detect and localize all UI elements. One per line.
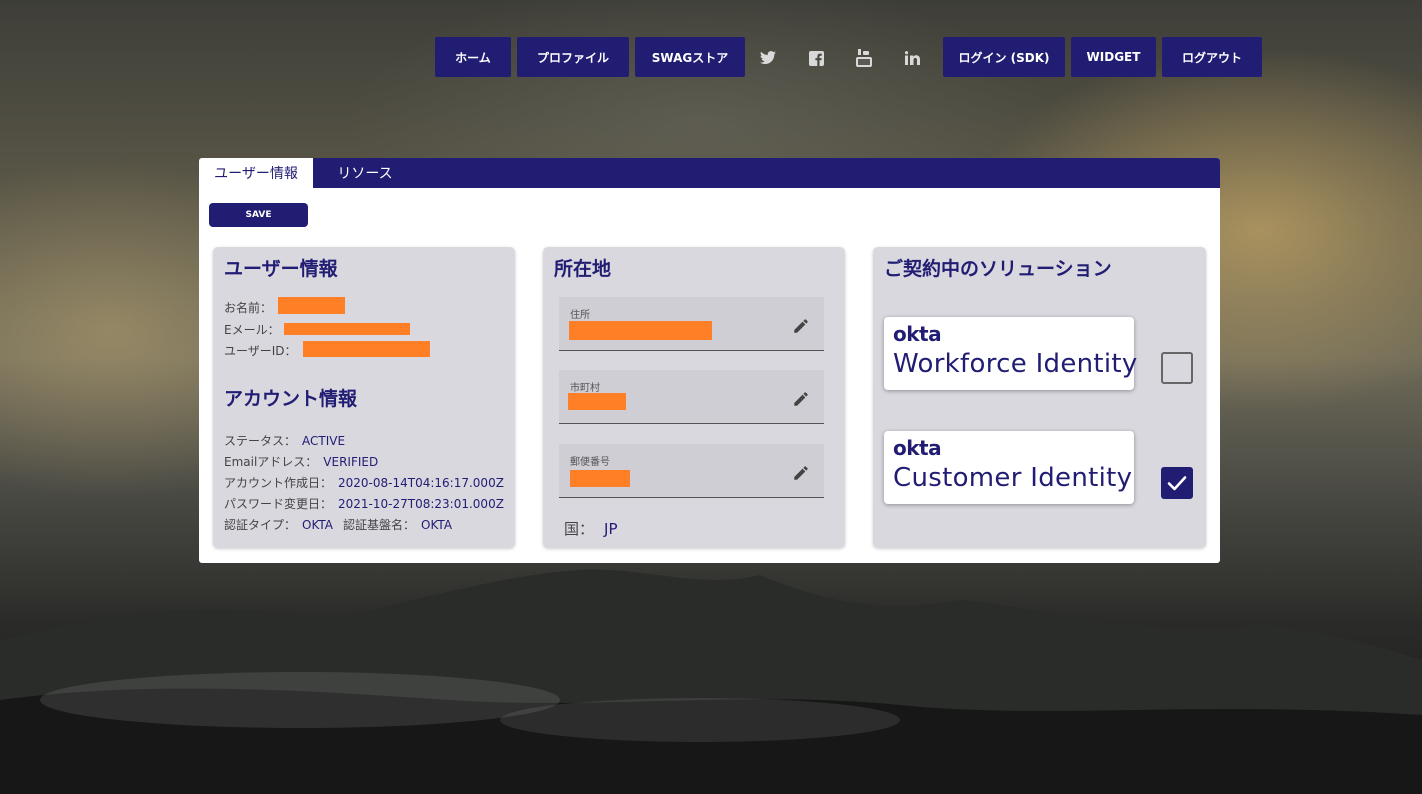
city-redaction <box>568 393 626 410</box>
workforce-identity-name: Workforce Identity <box>893 349 1138 379</box>
password-changed-value: 2021-10-27T08:23:01.000Z <box>338 497 504 511</box>
facebook-icon[interactable] <box>807 49 825 67</box>
password-changed-label: パスワード変更日： <box>224 497 333 511</box>
userid-redaction <box>303 341 430 357</box>
tab-resources[interactable]: リソース <box>313 158 417 188</box>
city-field[interactable]: 市町村 <box>559 370 824 424</box>
address-redaction <box>569 321 712 340</box>
auth-type-label: 認証タイプ： <box>224 518 297 532</box>
customer-identity-card: okta Customer Identity <box>884 431 1134 504</box>
customer-identity-checkbox[interactable] <box>1161 467 1193 499</box>
city-field-label: 市町村 <box>570 383 600 394</box>
country-row: 国： JP <box>564 518 618 539</box>
postal-code-redaction <box>570 470 630 487</box>
email-label: Eメール： <box>224 323 280 337</box>
status-row: ステータス： ACTIVE <box>224 432 345 449</box>
checkmark-icon <box>1167 476 1187 491</box>
edit-city-pencil-icon[interactable] <box>792 390 810 408</box>
email-status-label: Emailアドレス： <box>224 455 318 469</box>
okta-logo: okta <box>893 322 942 346</box>
tab-user-info[interactable]: ユーザー情報 <box>199 158 313 188</box>
postal-code-field[interactable]: 郵便番号 <box>559 444 824 498</box>
twitter-icon[interactable] <box>759 49 777 67</box>
email-redaction <box>284 323 410 335</box>
account-info-title: アカウント情報 <box>224 388 358 410</box>
nav-swag-store-button[interactable]: SWAGストア <box>635 37 745 77</box>
auth-base-label: 認証基盤名： <box>343 518 416 532</box>
solutions-panel: ご契約中のソリューション okta Workforce Identity okt… <box>873 247 1206 548</box>
address-title: 所在地 <box>554 258 612 280</box>
linkedin-icon[interactable] <box>903 49 921 67</box>
email-status-value: VERIFIED <box>323 455 379 469</box>
created-row: アカウント作成日： 2020-08-14T04:16:17.000Z <box>224 474 504 491</box>
solutions-title: ご契約中のソリューション <box>884 258 1112 280</box>
name-redaction <box>278 297 345 314</box>
auth-row: 認証タイプ： OKTA 認証基盤名： OKTA <box>224 516 452 533</box>
profile-card: ユーザー情報 リソース SAVE ユーザー情報 お名前： Eメール： ユーザーI… <box>199 158 1220 563</box>
tab-bar: ユーザー情報 リソース <box>199 158 1220 188</box>
user-info-panel: ユーザー情報 お名前： Eメール： ユーザーID： アカウント情報 ステータス：… <box>213 247 515 548</box>
auth-base-value: OKTA <box>421 518 453 532</box>
status-label: ステータス： <box>224 434 297 448</box>
okta-logo: okta <box>893 436 942 460</box>
user-info-title: ユーザー情報 <box>224 258 338 280</box>
workforce-identity-card: okta Workforce Identity <box>884 317 1137 390</box>
postal-code-field-label: 郵便番号 <box>570 457 610 468</box>
address-panel: 所在地 住所 市町村 郵便番号 国： JP <box>543 247 845 548</box>
userid-label: ユーザーID： <box>224 344 297 358</box>
address-field-label: 住所 <box>570 310 590 321</box>
save-button[interactable]: SAVE <box>209 203 308 227</box>
nav-widget-button[interactable]: WIDGET <box>1071 37 1156 77</box>
status-value: ACTIVE <box>302 434 346 448</box>
address-field[interactable]: 住所 <box>559 297 824 351</box>
nav-logout-button[interactable]: ログアウト <box>1162 37 1262 77</box>
name-label: お名前： <box>224 301 273 315</box>
auth-type-value: OKTA <box>302 518 334 532</box>
edit-postal-code-pencil-icon[interactable] <box>792 464 810 482</box>
edit-address-pencil-icon[interactable] <box>792 317 810 335</box>
created-label: アカウント作成日： <box>224 476 333 490</box>
nav-login-sdk-button[interactable]: ログイン (SDK) <box>943 37 1065 77</box>
created-value: 2020-08-14T04:16:17.000Z <box>338 476 504 490</box>
nav-home-button[interactable]: ホーム <box>435 37 511 77</box>
password-changed-row: パスワード変更日： 2021-10-27T08:23:01.000Z <box>224 495 504 512</box>
country-value: JP <box>604 520 618 538</box>
email-status-row: Emailアドレス： VERIFIED <box>224 453 378 470</box>
youtube-icon[interactable] <box>855 49 873 67</box>
customer-identity-name: Customer Identity <box>893 463 1133 493</box>
nav-profile-button[interactable]: プロファイル <box>517 37 629 77</box>
workforce-identity-checkbox[interactable] <box>1161 352 1193 384</box>
country-label: 国： <box>564 520 595 538</box>
